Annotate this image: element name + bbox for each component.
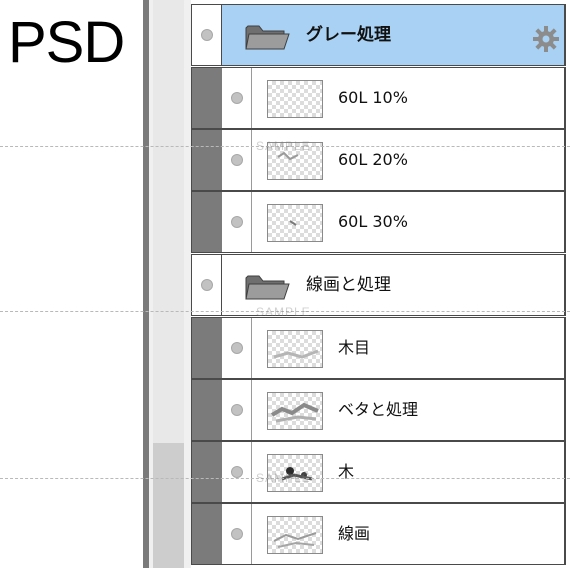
visibility-toggle[interactable] xyxy=(222,68,252,128)
layer-thumbnail xyxy=(267,516,323,554)
psd-label: PSD xyxy=(8,10,125,75)
layer-name: ベタと処理 xyxy=(338,400,419,419)
visibility-toggle[interactable] xyxy=(222,442,252,502)
layer-thumbnail xyxy=(267,330,323,368)
visibility-dot-icon xyxy=(230,342,243,354)
left-pane: PSD xyxy=(0,0,143,568)
visibility-dot-icon xyxy=(230,154,243,166)
layer-row[interactable]: ベタと処理 xyxy=(191,379,566,441)
folder-icon xyxy=(245,25,290,50)
layer-row[interactable]: 60L 20% xyxy=(191,129,566,191)
gear-icon[interactable] xyxy=(532,25,560,53)
visibility-toggle[interactable] xyxy=(222,318,252,378)
indent-bar xyxy=(192,318,222,378)
indent-bar xyxy=(192,192,222,252)
layer-thumbnail xyxy=(267,80,323,118)
layer-row[interactable]: 60L 10% xyxy=(191,67,566,129)
visibility-toggle[interactable] xyxy=(222,380,252,440)
visibility-toggle[interactable] xyxy=(192,5,222,65)
layer-name: 線画と処理 xyxy=(306,275,391,295)
folder-icon xyxy=(245,275,290,300)
layer-name: 線画 xyxy=(338,524,371,543)
layer-group-row[interactable]: 線画と処理 xyxy=(191,254,566,316)
visibility-toggle[interactable] xyxy=(222,192,252,252)
layer-thumbnail xyxy=(267,204,323,242)
layer-group-row[interactable]: グレー処理 xyxy=(191,4,566,66)
indent-bar xyxy=(192,68,222,128)
layer-name: 木目 xyxy=(338,338,371,357)
layer-name: 木 xyxy=(338,462,355,481)
scrollbar-thumb[interactable] xyxy=(153,443,184,568)
layer-row[interactable]: 60L 30% xyxy=(191,191,566,253)
watermark: SAMPLE xyxy=(256,139,311,153)
indent-bar xyxy=(192,442,222,502)
visibility-dot-icon xyxy=(200,29,213,41)
indent-bar xyxy=(192,380,222,440)
visibility-dot-icon xyxy=(230,92,243,104)
layer-scrollbar[interactable] xyxy=(149,0,191,568)
visibility-toggle[interactable] xyxy=(222,504,252,564)
visibility-dot-icon xyxy=(230,466,243,478)
layer-name: 60L 10% xyxy=(338,88,408,107)
watermark: SAMPLE xyxy=(256,471,311,485)
indent-bar xyxy=(192,504,222,564)
layer-row[interactable]: 木 xyxy=(191,441,566,503)
layer-name: 60L 30% xyxy=(338,212,408,231)
indent-bar xyxy=(192,130,222,190)
layer-thumbnail xyxy=(267,392,323,430)
visibility-dot-icon xyxy=(230,404,243,416)
visibility-dot-icon xyxy=(230,528,243,540)
layer-row[interactable]: 線画 xyxy=(191,503,566,565)
visibility-dot-icon xyxy=(230,216,243,228)
layers-panel: グレー処理 60L 10% 60L 20% 60L 30% 線画と処理 木目 ベ… xyxy=(191,0,570,568)
watermark: SAMPLE xyxy=(256,305,311,319)
visibility-dot-icon xyxy=(200,279,213,291)
visibility-toggle[interactable] xyxy=(192,255,222,315)
layer-row[interactable]: 木目 xyxy=(191,317,566,379)
visibility-toggle[interactable] xyxy=(222,130,252,190)
layer-name: 60L 20% xyxy=(338,150,408,169)
layer-name: グレー処理 xyxy=(306,25,391,45)
